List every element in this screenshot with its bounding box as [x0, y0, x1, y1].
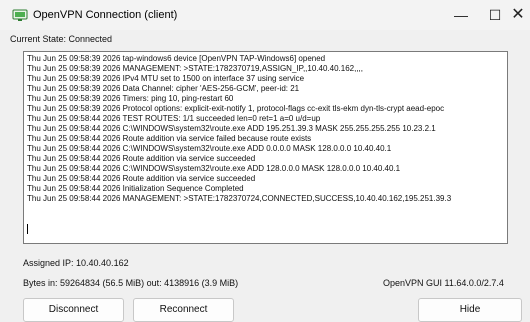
- log-line: Thu Jun 25 09:58:39 2026 tap-windows6 de…: [27, 54, 326, 63]
- log-line: Thu Jun 25 09:58:39 2026 Data Channel: c…: [27, 84, 300, 93]
- log-line: Thu Jun 25 09:58:44 2026 Route addition …: [27, 134, 312, 143]
- log-line: Thu Jun 25 09:58:44 2026 Initialization …: [27, 184, 244, 193]
- log-line: Thu Jun 25 09:58:44 2026 C:\WINDOWS\syst…: [27, 144, 392, 153]
- log-lines: Thu Jun 25 09:58:39 2026 tap-windows6 de…: [27, 54, 487, 204]
- version-label: OpenVPN GUI 11.64.0.0/2.7.4: [383, 278, 504, 288]
- close-icon[interactable]: ✕: [506, 0, 530, 30]
- log-line: Thu Jun 25 09:58:44 2026 TEST ROUTES: 1/…: [27, 114, 321, 123]
- window-title: OpenVPN Connection (client): [33, 9, 178, 21]
- log-textarea[interactable]: Thu Jun 25 09:58:39 2026 tap-windows6 de…: [23, 51, 508, 244]
- assigned-ip-label: Assigned IP: 10.40.40.162: [23, 258, 129, 268]
- log-line: Thu Jun 25 09:58:44 2026 MANAGEMENT: >ST…: [27, 194, 452, 203]
- log-line: Thu Jun 25 09:58:44 2026 Route addition …: [27, 154, 256, 163]
- log-line: Thu Jun 25 09:58:44 2026 Route addition …: [27, 174, 256, 183]
- reconnect-button[interactable]: Reconnect: [133, 298, 234, 322]
- log-line: Thu Jun 25 09:58:44 2026 C:\WINDOWS\syst…: [27, 164, 401, 173]
- log-line: Thu Jun 25 09:58:39 2026 Protocol option…: [27, 104, 445, 113]
- log-line: Thu Jun 25 09:58:44 2026 C:\WINDOWS\syst…: [27, 124, 436, 133]
- log-line: Thu Jun 25 09:58:39 2026 MANAGEMENT: >ST…: [27, 64, 363, 73]
- bytes-label: Bytes in: 59264834 (56.5 MiB) out: 41389…: [23, 278, 239, 288]
- title-bar: OpenVPN Connection (client) — ☐ ✕: [0, 0, 530, 30]
- disconnect-button[interactable]: Disconnect: [23, 298, 124, 322]
- log-line: Thu Jun 25 09:58:39 2026 IPv4 MTU set to…: [27, 74, 305, 83]
- log-line: Thu Jun 25 09:58:39 2026 Timers: ping 10…: [27, 94, 234, 103]
- hide-button[interactable]: Hide: [418, 298, 522, 322]
- text-caret: [27, 224, 28, 234]
- network-monitor-icon: [12, 9, 28, 22]
- current-state-label: Current State: Connected: [10, 34, 113, 44]
